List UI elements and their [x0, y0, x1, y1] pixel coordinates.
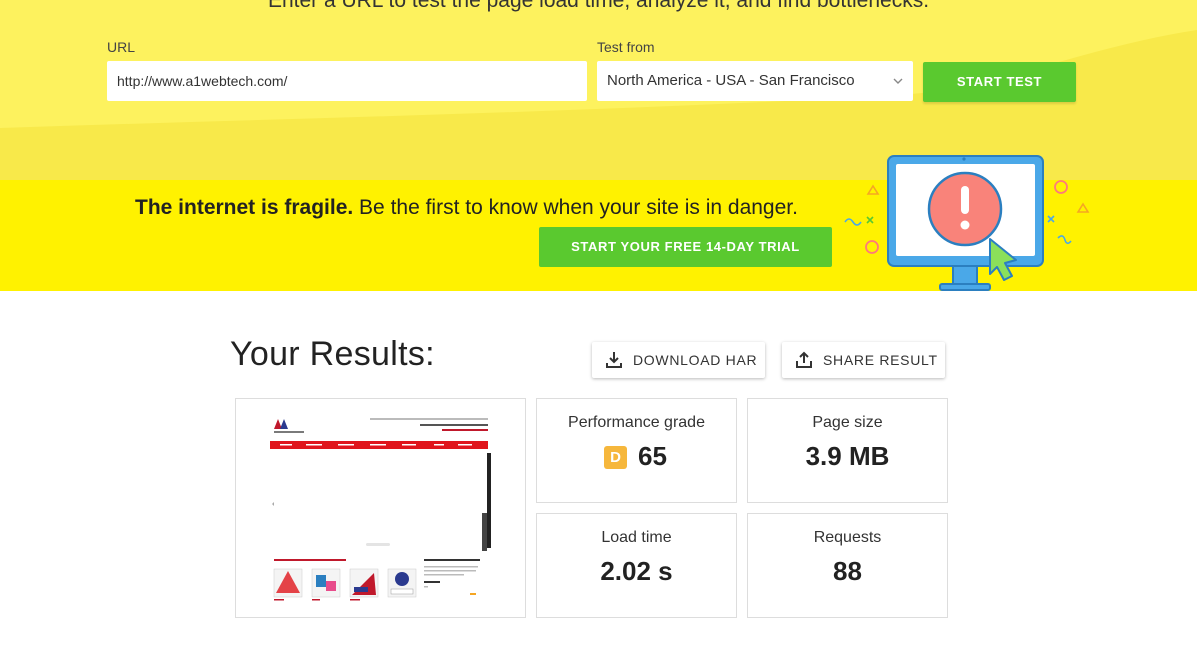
confetti-circle [1054, 180, 1068, 194]
download-icon [606, 352, 622, 368]
share-result-button[interactable]: SHARE RESULT [782, 342, 945, 378]
share-result-label: SHARE RESULT [823, 352, 938, 368]
confetti-circle [865, 240, 879, 254]
url-input[interactable] [107, 61, 587, 101]
confetti-squiggle [1057, 235, 1072, 245]
monitor-alert-illustration [844, 155, 1090, 291]
download-har-label: DOWNLOAD HAR [633, 352, 758, 368]
load-time-value: 2.02 s [600, 556, 673, 586]
page-size-value: 3.9 MB [805, 441, 890, 471]
start-test-button[interactable]: START TEST [923, 62, 1076, 102]
test-from-value: North America - USA - San Francisco [607, 72, 855, 89]
requests-label: Requests [813, 529, 882, 546]
url-label: URL [107, 39, 136, 55]
load-time-label: Load time [601, 529, 672, 546]
grade-badge: D [604, 446, 627, 469]
test-from-label: Test from [597, 39, 655, 55]
confetti-cross [1047, 215, 1055, 223]
page-size-label: Page size [812, 414, 883, 431]
download-har-button[interactable]: DOWNLOAD HAR [592, 342, 765, 378]
requests-value: 88 [833, 556, 862, 586]
chevron-down-icon [893, 78, 903, 84]
performance-grade-label: Performance grade [568, 414, 705, 431]
tagline: Enter a URL to test the page load time, … [267, 0, 930, 12]
banner-headline-rest: Be the first to know when your site is i… [353, 196, 798, 219]
page-size-card: Page size 3.9 MB [747, 398, 948, 503]
site-screenshot-thumbnail [235, 398, 526, 618]
share-icon [796, 351, 812, 368]
confetti-cross [866, 216, 874, 224]
performance-grade-row: D 65 [537, 441, 736, 471]
banner-headline: The internet is fragile. Be the first to… [135, 196, 798, 220]
results-title: Your Results: [230, 335, 435, 373]
confetti-triangle [866, 184, 880, 195]
load-time-card: Load time 2.02 s [536, 513, 737, 618]
test-from-select[interactable]: North America - USA - San Francisco [597, 61, 913, 101]
confetti-triangle [1076, 202, 1090, 213]
confetti-squiggle [844, 218, 862, 226]
banner-headline-bold: The internet is fragile. [135, 196, 354, 219]
site-screenshot-image [270, 413, 492, 603]
free-trial-button[interactable]: START YOUR FREE 14-DAY TRIAL [539, 227, 832, 267]
grade-score: 65 [638, 441, 667, 471]
requests-card: Requests 88 [747, 513, 948, 618]
performance-grade-card: Performance grade D 65 [536, 398, 737, 503]
